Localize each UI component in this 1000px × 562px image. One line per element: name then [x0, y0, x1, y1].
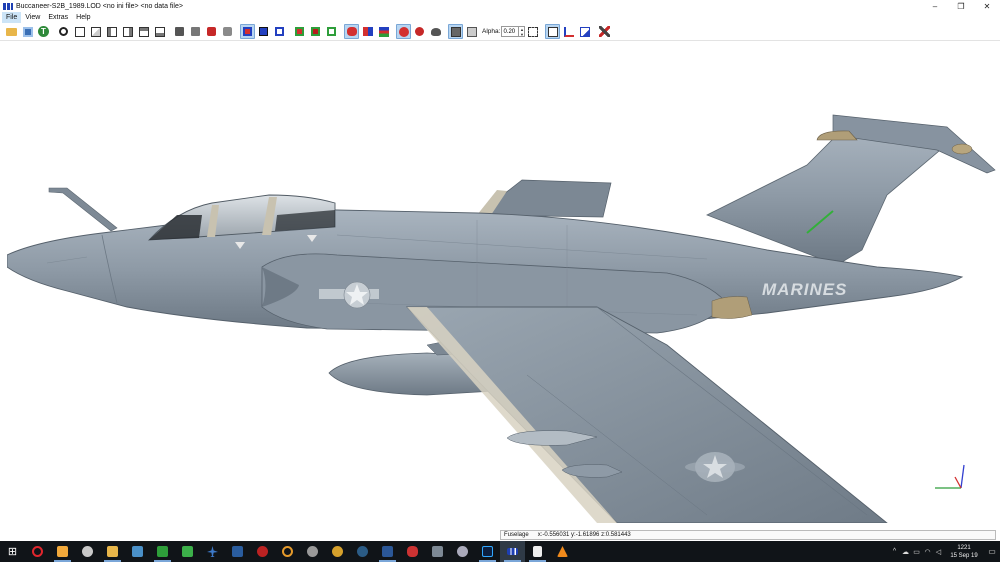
alpha-field[interactable]: 0.20: [501, 26, 520, 37]
solid-box-icon[interactable]: [448, 24, 463, 39]
app-green-2-icon[interactable]: [175, 541, 200, 562]
teapot-icon[interactable]: [428, 24, 443, 39]
export-box-icon[interactable]: [577, 24, 592, 39]
app-window: Buccaneer-S2B_1989.LOD <no ini file> <no…: [0, 0, 1000, 562]
app-green-icon[interactable]: [150, 541, 175, 562]
word-pad-icon[interactable]: [50, 541, 75, 562]
jet-app-icon[interactable]: [400, 541, 425, 562]
menu-help[interactable]: Help: [72, 12, 94, 23]
title-bar: Buccaneer-S2B_1989.LOD <no ini file> <no…: [0, 0, 1000, 12]
view-cube-front-icon[interactable]: [72, 24, 87, 39]
start-button[interactable]: ⊞: [0, 541, 25, 562]
transparent-box-icon[interactable]: [464, 24, 479, 39]
mesh-green-outline-icon[interactable]: [324, 24, 339, 39]
tools-wrench-icon[interactable]: [597, 24, 612, 39]
ladybug-icon[interactable]: [396, 24, 411, 39]
refuel-probe: [48, 187, 118, 232]
zoom-magnifier-icon[interactable]: [56, 24, 71, 39]
dcs-icon[interactable]: [225, 541, 250, 562]
status-bar: Fuselage x:-0.556031 y:-1.61896 z:0.5814…: [500, 530, 996, 540]
axes-icon[interactable]: [561, 24, 576, 39]
app-blue-icon[interactable]: [125, 541, 150, 562]
document-app-icon[interactable]: [525, 541, 550, 562]
lod-viewer-icon[interactable]: [500, 541, 525, 562]
aircraft-render: MARINES: [7, 114, 996, 523]
close-button[interactable]: ✕: [974, 0, 1000, 12]
volume-icon[interactable]: ◁: [933, 548, 944, 556]
shade-grey-icon[interactable]: [172, 24, 187, 39]
menu-bar: File View Extras Help: [0, 12, 1000, 23]
clock-time: 1221: [957, 544, 971, 551]
cloud-icon[interactable]: ☁: [900, 548, 911, 556]
view-cube-left-icon[interactable]: [104, 24, 119, 39]
battery-icon[interactable]: ▭: [911, 548, 922, 556]
notifications-icon[interactable]: ▭: [984, 547, 1000, 556]
selected-part-name: Fuselage: [504, 532, 529, 538]
axis-gizmo: [935, 464, 965, 489]
view-cube-back-icon[interactable]: [88, 24, 103, 39]
near-wing: [405, 306, 888, 523]
clock-date: 15 Sep 19: [950, 552, 978, 559]
menu-extras[interactable]: Extras: [44, 12, 72, 23]
alpha-label: Alpha:: [482, 28, 501, 35]
vlc-icon[interactable]: [550, 541, 575, 562]
view-cube-top-icon[interactable]: [136, 24, 151, 39]
cursor-coordinates: x:-0.556031 y:-1.61896 z:0.581443: [537, 532, 631, 538]
file-explorer-icon[interactable]: [100, 541, 125, 562]
bounding-box-icon[interactable]: [525, 24, 540, 39]
globe-app-icon[interactable]: [450, 541, 475, 562]
photoshop-icon[interactable]: [475, 541, 500, 562]
texture-t-icon[interactable]: T: [36, 24, 51, 39]
windows-logo-icon: ⊞: [7, 546, 18, 558]
mesh-green-icon[interactable]: [292, 24, 307, 39]
model-viewport[interactable]: MARINES: [7, 45, 996, 523]
object-stack-icon[interactable]: [376, 24, 391, 39]
bomb-icon[interactable]: [412, 24, 427, 39]
taskbar-clock[interactable]: 1221 15 Sep 19: [944, 544, 984, 560]
orange-circle-icon[interactable]: [275, 541, 300, 562]
plane-icon[interactable]: [200, 541, 225, 562]
maximize-button[interactable]: ❐: [948, 0, 974, 12]
word-icon[interactable]: [375, 541, 400, 562]
lod-blue-outline-icon[interactable]: [272, 24, 287, 39]
object-multi-icon[interactable]: [360, 24, 375, 39]
steam-ball-icon[interactable]: [75, 541, 100, 562]
menu-file[interactable]: File: [2, 12, 22, 23]
shade-flat-icon[interactable]: [188, 24, 203, 39]
shade-texture-icon[interactable]: [220, 24, 235, 39]
tray-chevron-icon[interactable]: ^: [889, 548, 900, 555]
object-red-icon[interactable]: [344, 24, 359, 39]
lod-red-blue-icon[interactable]: [240, 24, 255, 39]
system-tray: ^ ☁ ▭ ◠ ◁ 1221 15 Sep 19 ▭: [889, 541, 1000, 562]
radioactive-icon[interactable]: [325, 541, 350, 562]
mesh-red-green-icon[interactable]: [308, 24, 323, 39]
open-folder-icon[interactable]: [4, 24, 19, 39]
view-cube-bottom-icon[interactable]: [152, 24, 167, 39]
marines-marking: MARINES: [762, 280, 847, 299]
shade-red-icon[interactable]: [204, 24, 219, 39]
far-wing: [476, 179, 612, 218]
grey-sphere-icon[interactable]: [300, 541, 325, 562]
jet-app-2-icon[interactable]: [425, 541, 450, 562]
menu-view[interactable]: View: [21, 12, 44, 23]
view-cube-right-icon[interactable]: [120, 24, 135, 39]
window-title: Buccaneer-S2B_1989.LOD <no ini file> <no…: [16, 2, 183, 10]
vertical-tail: [706, 114, 996, 266]
save-disk-icon[interactable]: [20, 24, 35, 39]
opera-icon[interactable]: [25, 541, 50, 562]
steam-icon[interactable]: [350, 541, 375, 562]
red-circle-icon[interactable]: [250, 541, 275, 562]
toolbar: T Alpha: 0.20 ▲ ▼: [0, 23, 1000, 41]
app-logo-icon: [3, 2, 13, 10]
wireframe-box-icon[interactable]: [545, 24, 561, 39]
wifi-icon[interactable]: ◠: [922, 548, 933, 556]
taskbar: ⊞ ^ ☁ ▭ ◠ ◁ 1221 15 Sep 19 ▭: [0, 541, 1000, 562]
minimize-button[interactable]: –: [922, 0, 948, 12]
lod-blue-icon[interactable]: [256, 24, 271, 39]
